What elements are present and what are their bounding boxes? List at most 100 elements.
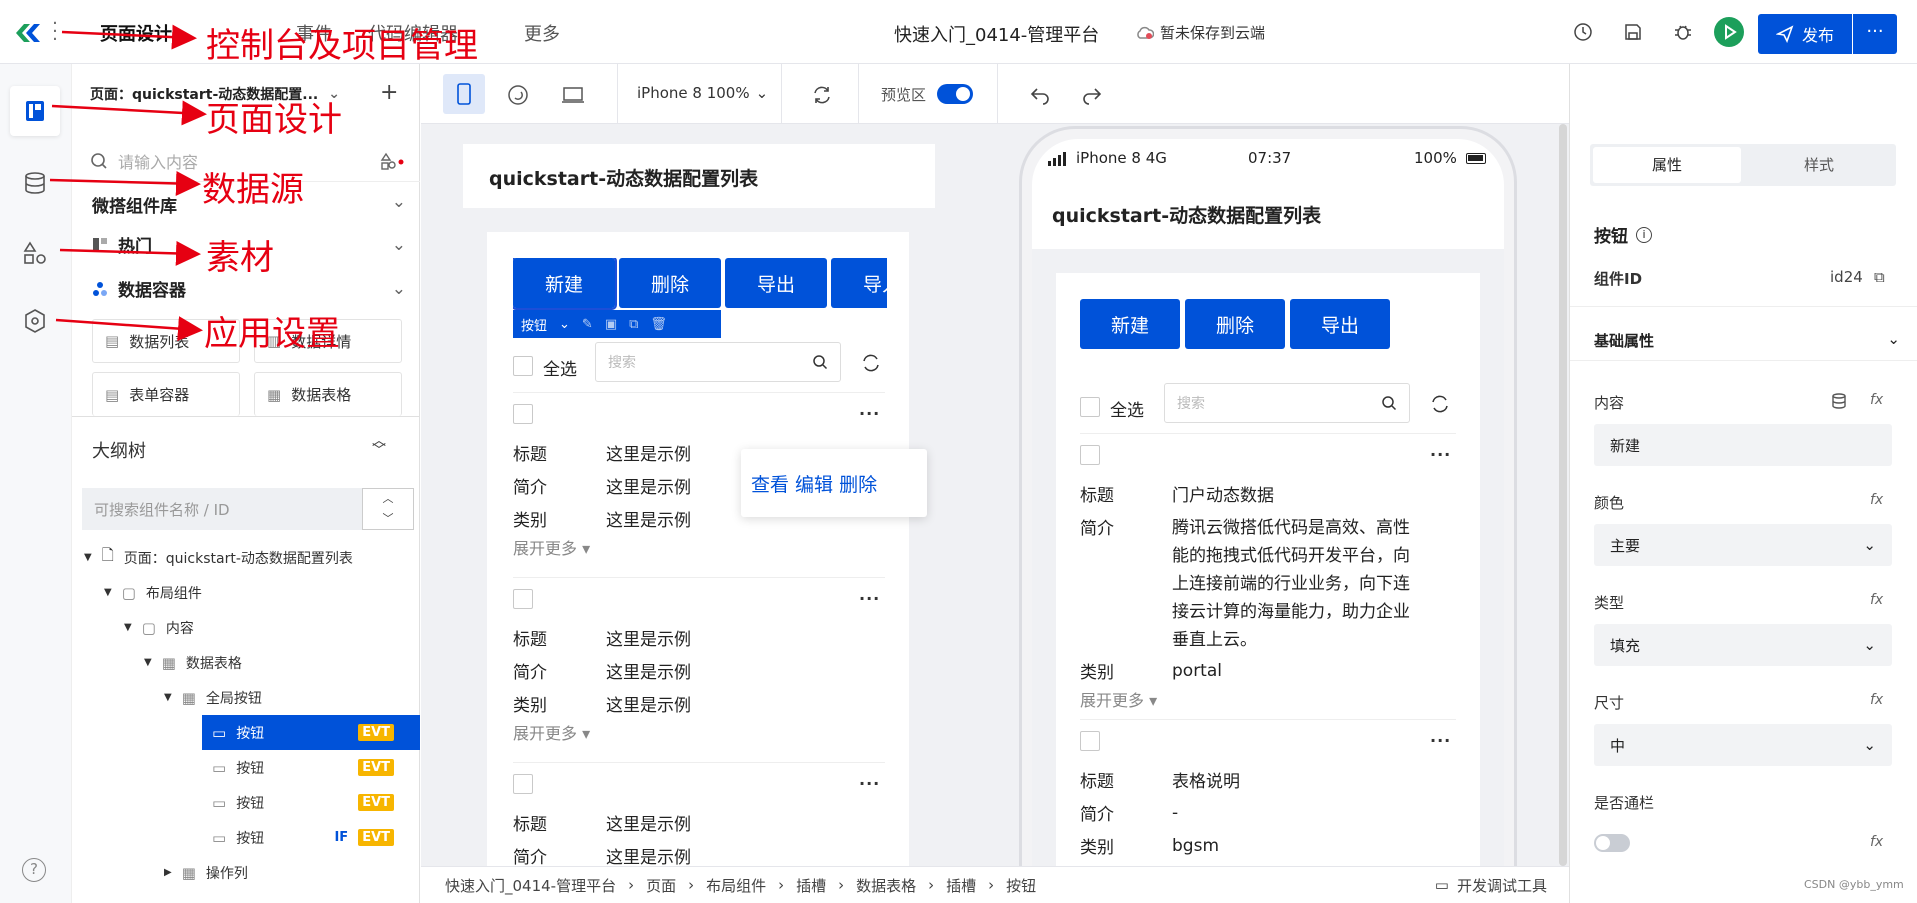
edit-icon[interactable]: ✎ — [582, 317, 593, 332]
export-button[interactable]: 导出 — [725, 258, 827, 308]
breadcrumb-item[interactable]: 页面 — [646, 875, 676, 896]
breadcrumb-item[interactable]: 插槽 — [796, 875, 826, 896]
phone-new-button[interactable]: 新建 — [1080, 299, 1180, 349]
app-logo[interactable] — [14, 20, 42, 46]
select-all-checkbox[interactable] — [513, 356, 533, 376]
refresh-icon[interactable] — [811, 84, 833, 106]
category-wedata-lib-label: 微搭组件库 — [92, 197, 177, 217]
page-design-rail-button[interactable] — [10, 86, 60, 136]
tree-node-label: 按钮 — [236, 830, 265, 847]
save-icon[interactable]: ▣ — [605, 317, 617, 332]
tree-node-datatable[interactable]: ▼ ▦ 数据表格 — [72, 645, 420, 680]
delete-button[interactable]: 删除 — [619, 258, 721, 308]
add-page-button[interactable]: + — [380, 80, 398, 105]
debug-bug-icon[interactable] — [1673, 22, 1693, 42]
device-select[interactable]: iPhone 8 100% ⌄ — [637, 84, 768, 102]
type-select[interactable]: 填充 ⌄ — [1594, 624, 1892, 666]
desktop-view-icon[interactable] — [561, 84, 585, 106]
item-more-icon[interactable]: ··· — [859, 774, 880, 793]
breadcrumb-item[interactable]: 数据表格 — [856, 875, 916, 896]
tree-node-button[interactable]: ▭ 按钮 EVT — [202, 785, 420, 820]
breadcrumb-item[interactable]: 快速入门_0414-管理平台 — [445, 875, 616, 896]
phone-search-input[interactable]: 搜索 — [1164, 383, 1410, 423]
expand-more-link[interactable]: 展开更多 ▾ — [513, 535, 885, 559]
outline-collapse-icon[interactable]: ︿ ﹀ — [372, 434, 386, 458]
item-checkbox[interactable] — [513, 589, 533, 609]
publish-button[interactable]: 发布 — [1758, 14, 1852, 54]
fx-icon[interactable]: fx — [1870, 592, 1883, 608]
expand-more-link[interactable]: 展开更多 ▾ — [513, 720, 885, 744]
refresh-icon[interactable] — [1430, 394, 1450, 414]
fx-icon[interactable]: fx — [1870, 692, 1883, 708]
item-checkbox[interactable] — [1080, 445, 1100, 465]
trash-icon[interactable]: 🗑 — [650, 317, 667, 332]
tree-node-button[interactable]: ▭ 按钮 EVT — [202, 750, 420, 785]
fx-icon[interactable]: fx — [1870, 492, 1883, 508]
new-button[interactable]: 新建 — [513, 258, 617, 310]
mobile-view-button[interactable] — [443, 74, 485, 114]
database-icon[interactable] — [22, 170, 48, 196]
devtools-button[interactable]: ▭ 开发调试工具 — [1435, 875, 1547, 896]
tree-node-layout[interactable]: ▼ ▢ 布局组件 — [72, 575, 420, 610]
component-data-table[interactable]: ▦ 数据表格 — [254, 372, 402, 416]
tree-node-content[interactable]: ▼ ▢ 内容 — [72, 610, 420, 645]
undo-icon[interactable] — [1029, 84, 1051, 106]
fx-icon[interactable]: fx — [1870, 392, 1883, 408]
tab-styles[interactable]: 样式 — [1745, 147, 1893, 183]
canvas-scrollbar[interactable] — [1559, 124, 1567, 866]
item-checkbox[interactable] — [513, 774, 533, 794]
save-icon[interactable] — [1623, 22, 1643, 42]
more-vertical-icon[interactable]: · · · — [52, 15, 58, 49]
copy-icon[interactable]: ⧉ — [629, 317, 638, 332]
outline-search-stepper[interactable]: ︿ ﹀ — [362, 488, 414, 530]
item-checkbox[interactable] — [513, 404, 533, 424]
breadcrumb-item[interactable]: 布局组件 — [706, 875, 766, 896]
help-icon[interactable]: ? — [22, 858, 46, 882]
item-more-icon[interactable]: ··· — [859, 404, 880, 423]
selected-tag-label[interactable]: 按钮 — [521, 315, 547, 334]
tree-node-button[interactable]: ▭ 按钮 IF EVT — [202, 820, 420, 855]
block-toggle[interactable] — [1594, 834, 1630, 852]
size-select[interactable]: 中 ⌄ — [1594, 724, 1892, 766]
tree-node-button-selected[interactable]: ▭ 按钮 EVT — [202, 715, 420, 750]
expand-more-link[interactable]: 展开更多 ▾ — [1080, 687, 1456, 711]
breadcrumb-item[interactable]: 按钮 — [1006, 875, 1036, 896]
phone-select-all-checkbox[interactable] — [1080, 397, 1100, 417]
tab-properties[interactable]: 属性 — [1593, 147, 1741, 183]
tree-node-action-column[interactable]: ▶ ▦ 操作列 — [72, 855, 420, 890]
menu-more[interactable]: 更多 — [524, 20, 560, 46]
item-more-icon[interactable]: ··· — [859, 589, 880, 608]
color-select[interactable]: 主要 ⌄ — [1594, 524, 1892, 566]
mini-program-view-icon[interactable] — [507, 84, 529, 106]
run-preview-button[interactable] — [1714, 17, 1744, 47]
basic-props-section[interactable]: 基础属性 ⌄ — [1594, 330, 1900, 351]
redo-icon[interactable] — [1081, 84, 1103, 106]
item-more-icon[interactable]: ··· — [1430, 445, 1451, 464]
category-data-container[interactable]: 数据容器 ⌄ — [92, 276, 406, 301]
breadcrumb-item[interactable]: 插槽 — [946, 875, 976, 896]
content-datasource-icon[interactable] — [1830, 392, 1848, 410]
outline-search-input[interactable]: 可搜索组件名称 / ID — [82, 488, 362, 530]
phone-export-button[interactable]: 导出 — [1290, 299, 1390, 349]
tree-node-global-buttons[interactable]: ▼ ▦ 全局按钮 — [72, 680, 420, 715]
publish-more-button[interactable]: ··· — [1853, 14, 1897, 54]
history-icon[interactable] — [1573, 22, 1593, 42]
editor-search-input[interactable]: 搜索 — [595, 342, 841, 382]
assets-shapes-icon[interactable] — [22, 240, 48, 266]
phone-delete-button[interactable]: 删除 — [1185, 299, 1285, 349]
item-more-icon[interactable]: ··· — [1430, 731, 1451, 750]
tree-node-page[interactable]: ▼ 🗋 页面：quickstart-动态数据配置列表 — [72, 540, 420, 575]
copy-icon[interactable]: ⧉ — [1874, 268, 1885, 286]
item-checkbox[interactable] — [1080, 731, 1100, 751]
component-filter-icon[interactable] — [380, 152, 404, 170]
import-button[interactable]: 导入 — [831, 258, 887, 308]
info-icon[interactable]: i — [1636, 226, 1652, 243]
component-form-container[interactable]: ▤ 表单容器 — [92, 372, 240, 416]
row-actions-links[interactable]: 查看 编辑 删除 — [751, 470, 877, 497]
preview-area-toggle[interactable] — [937, 84, 973, 104]
content-input[interactable]: 新建 — [1594, 424, 1892, 466]
fx-icon[interactable]: fx — [1870, 834, 1883, 850]
app-settings-icon[interactable] — [22, 308, 48, 334]
refresh-icon[interactable] — [861, 353, 881, 373]
menu-page-design[interactable]: 页面设计 — [100, 20, 172, 46]
